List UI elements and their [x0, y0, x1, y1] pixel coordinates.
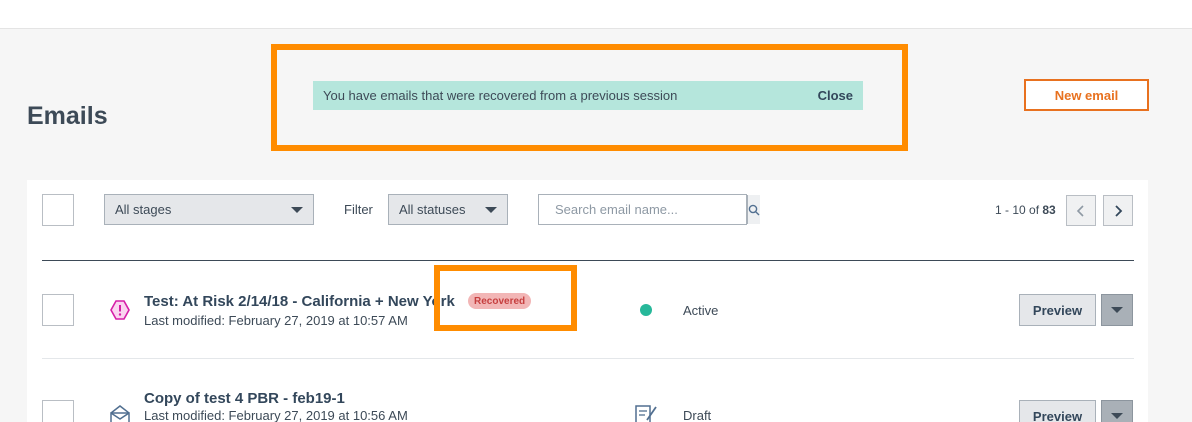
email-last-modified: Last modified: February 27, 2019 at 10:5…	[144, 408, 408, 422]
envelope-open-icon	[110, 405, 130, 422]
chevron-left-icon	[1076, 204, 1084, 217]
statuses-dropdown[interactable]: All statuses	[388, 194, 508, 225]
page-title: Emails	[27, 102, 108, 130]
stages-dropdown-value: All stages	[115, 202, 172, 217]
preview-button[interactable]: Preview	[1019, 400, 1096, 422]
pagination-range: 1 - 10 of	[995, 203, 1043, 217]
next-page-button[interactable]	[1103, 195, 1133, 226]
table-header-divider	[42, 260, 1134, 261]
select-all-checkbox[interactable]	[42, 194, 74, 226]
top-navigation-bar	[0, 0, 1192, 29]
chevron-down-icon	[291, 206, 303, 213]
email-name-link[interactable]: Test: At Risk 2/14/18 - California + New…	[144, 293, 455, 310]
notice-highlight-box	[271, 44, 908, 151]
row-divider	[42, 358, 1134, 359]
chevron-down-icon	[1111, 413, 1123, 419]
draft-document-icon	[635, 405, 657, 422]
search-icon	[748, 204, 760, 215]
chevron-down-icon	[485, 206, 497, 213]
pagination-total: 83	[1042, 203, 1056, 217]
chevron-down-icon	[1111, 307, 1123, 313]
email-status: Active	[683, 303, 719, 318]
stages-dropdown[interactable]: All stages	[104, 194, 314, 225]
more-actions-button[interactable]	[1101, 294, 1133, 326]
status-active-dot	[640, 304, 652, 316]
more-actions-button[interactable]	[1101, 400, 1133, 422]
statuses-dropdown-value: All statuses	[399, 202, 466, 217]
search-button[interactable]	[747, 195, 760, 224]
badge-highlight-box	[434, 265, 577, 331]
previous-page-button[interactable]	[1066, 195, 1096, 226]
pagination-summary: 1 - 10 of 83	[995, 203, 1056, 217]
email-status: Draft	[683, 408, 712, 422]
row-checkbox[interactable]	[42, 294, 74, 326]
search-input[interactable]	[539, 195, 747, 224]
search-box	[538, 194, 760, 225]
email-name-link[interactable]: Copy of test 4 PBR - feb19-1	[144, 390, 345, 407]
email-last-modified: Last modified: February 27, 2019 at 10:5…	[144, 313, 408, 328]
alert-hexagon-icon	[110, 300, 130, 320]
row-checkbox[interactable]	[42, 400, 74, 422]
chevron-right-icon	[1115, 204, 1123, 217]
preview-button[interactable]: Preview	[1019, 294, 1096, 326]
filter-label: Filter	[344, 202, 373, 217]
new-email-button[interactable]: New email	[1024, 79, 1149, 111]
